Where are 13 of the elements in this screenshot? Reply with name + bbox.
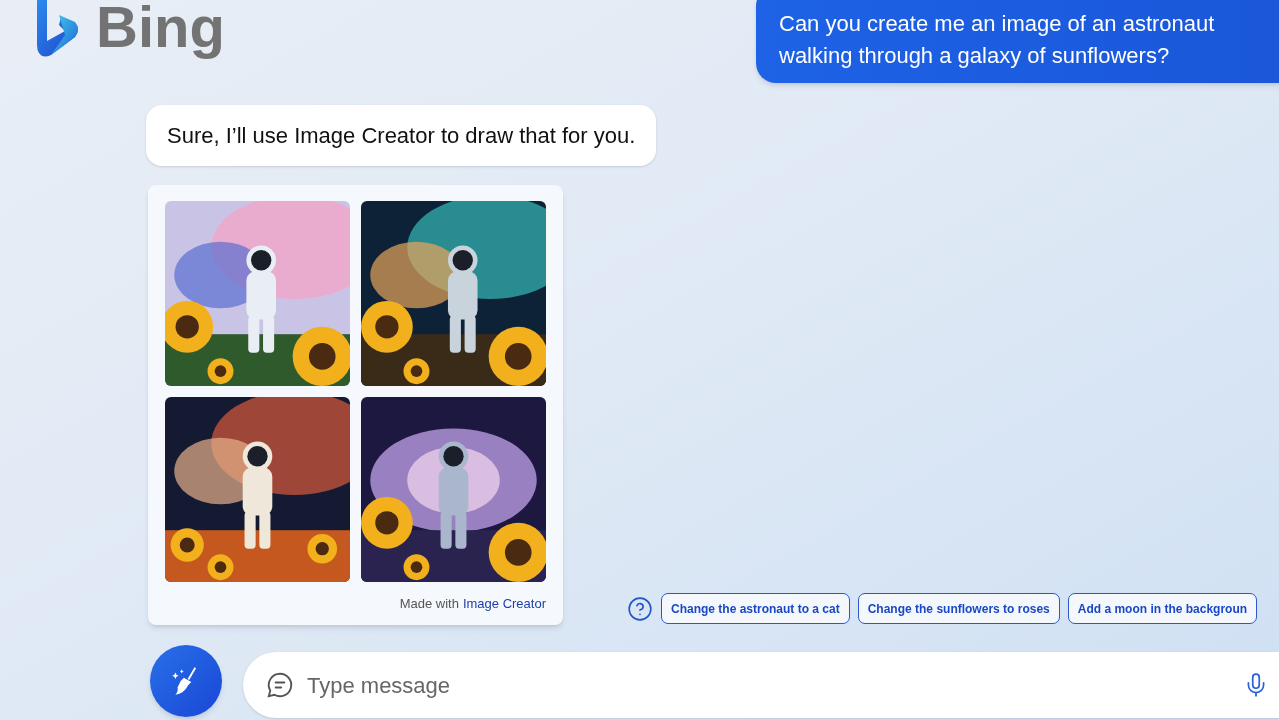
chat-icon — [265, 670, 295, 700]
new-topic-button[interactable] — [150, 645, 222, 717]
suggestion-chip[interactable]: Change the astronaut to a cat — [661, 593, 850, 624]
help-icon[interactable] — [627, 595, 653, 622]
message-field[interactable]: Type message — [243, 652, 1279, 718]
logo-text: Bing — [96, 0, 225, 59]
user-message: Can you create me an image of an astronaut walking through a galaxy of sunflowers? — [756, 0, 1279, 83]
caption-text: Made with — [399, 596, 459, 611]
suggestion-chip[interactable]: Change the sunflowers to roses — [857, 593, 1060, 624]
image-creator-link[interactable]: Image Creator — [462, 596, 546, 611]
suggestion-chip[interactable]: Add a moon in the backgroun — [1067, 593, 1258, 624]
message-input[interactable]: Type message — [307, 668, 1243, 702]
bot-message: Sure, I’ll use Image Creator to draw that for you. — [146, 105, 657, 166]
